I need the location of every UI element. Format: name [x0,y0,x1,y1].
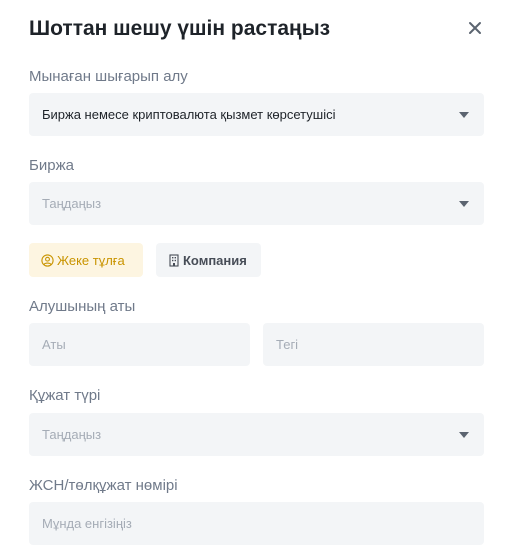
verify-dialog: Шоттан шешу үшін растаңыз Мынаған шығары… [0,0,506,552]
last-name-input[interactable] [263,323,484,366]
close-button[interactable] [463,16,487,40]
exchange-placeholder: Таңдаңыз [42,196,102,211]
tab-individual[interactable]: Жеке тұлға [29,243,143,277]
chevron-down-icon [459,431,469,438]
id-number-input[interactable] [29,502,484,545]
building-icon [169,253,179,267]
exchange-label: Биржа [29,157,74,174]
withdraw-to-select[interactable]: Биржа немесе криптовалюта қызмет көрсету… [29,93,484,136]
document-type-placeholder: Таңдаңыз [42,427,102,442]
tab-company[interactable]: Компания [156,243,261,277]
user-circle-icon [41,253,54,267]
close-icon [469,22,481,34]
withdraw-to-label: Мынаған шығарып алу [29,68,188,85]
tab-company-label: Компания [183,252,247,268]
document-type-select[interactable]: Таңдаңыз [29,413,484,456]
recipient-name-label: Алушының аты [29,298,136,315]
chevron-down-icon [459,111,469,118]
document-type-label: Құжат түрі [29,387,101,404]
id-number-label: ЖСН/төлқұжат нөмірі [29,477,178,494]
dialog-title: Шоттан шешу үшін растаңыз [29,17,331,40]
chevron-down-icon [459,200,469,207]
withdraw-to-value: Биржа немесе криптовалюта қызмет көрсету… [42,107,336,122]
tab-individual-label: Жеке тұлға [57,252,125,268]
first-name-input[interactable] [29,323,250,366]
exchange-select[interactable]: Таңдаңыз [29,182,484,225]
